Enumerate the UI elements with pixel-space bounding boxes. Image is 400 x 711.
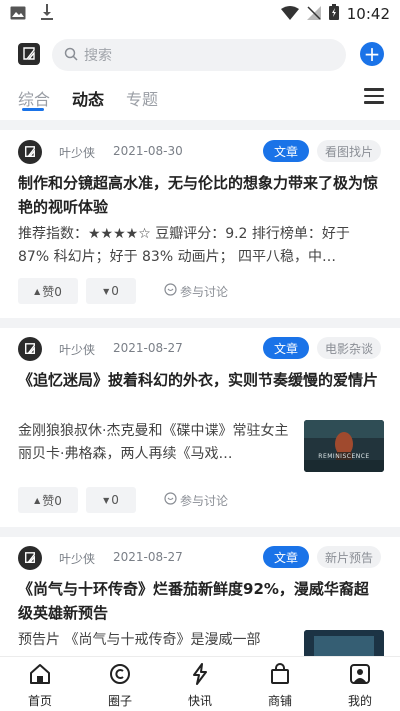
chat-icon <box>164 283 177 299</box>
discuss-label: 参与讨论 <box>180 284 229 299</box>
article-excerpt: 金刚狼狼叔休·杰克曼和《碟中谍》常驻女主丽贝卡·弗格森，两人再续《马戏… <box>18 423 289 462</box>
divider <box>0 527 400 537</box>
author-name[interactable]: 叶少侠 <box>59 341 95 358</box>
search-placeholder: 搜索 <box>84 48 112 64</box>
divider <box>0 120 400 130</box>
tab-comprehensive[interactable]: 综合 <box>18 86 50 110</box>
category-tag[interactable]: 看图找片 <box>317 140 382 162</box>
article-title[interactable]: 《尚气与十环传奇》烂番茄新鲜度92%，漫威华裔超级英雄新预告 <box>18 577 382 625</box>
status-bar: 10:42 <box>0 0 400 28</box>
nav-shop[interactable]: 商铺 <box>240 657 320 711</box>
article-excerpt: 推荐指数：★★★★☆ 豆瓣评分：9.2 排行榜单：好于 87% 科幻片；好于 8… <box>18 226 350 265</box>
like-count: 赞0 <box>42 493 62 508</box>
top-bar: 搜索 + <box>0 38 400 72</box>
dislike-count: 0 <box>111 493 119 507</box>
thumb-up-icon: ▲ <box>34 495 41 505</box>
shopping-bag-icon <box>269 663 291 689</box>
battery-icon <box>328 4 339 24</box>
home-icon <box>29 663 51 689</box>
search-input[interactable]: 搜索 <box>52 39 346 71</box>
avatar[interactable] <box>18 337 42 361</box>
nav-circle[interactable]: 圈子 <box>80 657 160 711</box>
divider <box>0 318 400 328</box>
dislike-button[interactable]: ▼ 0 <box>86 278 136 304</box>
add-button[interactable]: + <box>360 42 384 66</box>
nav-label: 我的 <box>347 694 372 708</box>
tab-topics[interactable]: 专题 <box>126 86 158 110</box>
no-signal-icon <box>306 5 321 24</box>
gallery-icon <box>10 5 26 24</box>
discuss-label: 参与讨论 <box>180 493 229 508</box>
article-title[interactable]: 制作和分镜超高水准，无与伦比的想象力带来了极为惊艳的视听体验 <box>18 171 382 219</box>
active-tab-indicator <box>22 108 44 111</box>
type-tag: 文章 <box>263 337 309 359</box>
like-count: 赞0 <box>42 284 62 299</box>
article-card[interactable]: 叶少侠 2021-08-27 文章 新片预告 《尚气与十环传奇》烂番茄新鲜度92… <box>0 546 400 656</box>
thumbnail-title: REMINISCENCE <box>318 453 369 460</box>
article-thumbnail[interactable]: REMINISCENCE <box>304 420 384 472</box>
like-button[interactable]: ▲ 赞0 <box>18 278 78 304</box>
avatar[interactable] <box>18 140 42 164</box>
like-button[interactable]: ▲ 赞0 <box>18 487 78 513</box>
bottom-navigation: 首页 圈子 快讯 商铺 我的 <box>0 656 400 711</box>
nav-label: 商铺 <box>267 694 292 708</box>
nav-label: 首页 <box>27 694 52 708</box>
avatar[interactable] <box>18 546 42 570</box>
category-tag[interactable]: 新片预告 <box>317 546 382 568</box>
card-actions: ▲ 赞0 ▼ 0 参与讨论 <box>18 278 228 304</box>
nav-label: 快讯 <box>187 694 212 708</box>
search-icon <box>64 46 78 65</box>
article-card[interactable]: 叶少侠 2021-08-30 文章 看图找片 制作和分镜超高水准，无与伦比的想象… <box>0 140 400 318</box>
menu-icon[interactable] <box>364 88 384 106</box>
author-name[interactable]: 叶少侠 <box>59 550 95 567</box>
nav-label: 圈子 <box>107 694 132 708</box>
plus-icon: + <box>363 42 381 66</box>
profile-icon <box>349 663 371 689</box>
tab-bar: 综合 动态 专题 <box>0 82 400 112</box>
app-logo-icon[interactable] <box>18 43 40 65</box>
wifi-icon <box>280 5 299 24</box>
thumb-up-icon: ▲ <box>34 286 41 296</box>
card-actions: ▲ 赞0 ▼ 0 参与讨论 <box>18 487 228 513</box>
discuss-button[interactable]: 参与讨论 <box>164 492 228 509</box>
nav-profile[interactable]: 我的 <box>320 657 400 711</box>
category-tag[interactable]: 电影杂谈 <box>317 337 382 359</box>
type-tag: 文章 <box>263 546 309 568</box>
status-time: 10:42 <box>346 5 390 23</box>
lightning-icon <box>189 663 211 689</box>
dislike-button[interactable]: ▼ 0 <box>86 487 136 513</box>
nav-news[interactable]: 快讯 <box>160 657 240 711</box>
post-date: 2021-08-27 <box>113 550 183 564</box>
chat-icon <box>164 492 177 508</box>
article-title[interactable]: 《追忆迷局》披着科幻的外衣，实则节奏缓慢的爱情片 <box>18 368 382 392</box>
download-icon <box>40 4 54 24</box>
discuss-button[interactable]: 参与讨论 <box>164 283 228 300</box>
author-name[interactable]: 叶少侠 <box>59 144 95 161</box>
post-date: 2021-08-27 <box>113 341 183 355</box>
article-card[interactable]: 叶少侠 2021-08-27 文章 电影杂谈 《追忆迷局》披着科幻的外衣，实则节… <box>0 337 400 527</box>
nav-home[interactable]: 首页 <box>0 657 80 711</box>
dislike-count: 0 <box>111 284 119 298</box>
circle-icon <box>109 663 131 689</box>
thumb-down-icon: ▼ <box>103 495 110 505</box>
thumb-down-icon: ▼ <box>103 286 110 296</box>
tab-dynamic[interactable]: 动态 <box>72 86 104 110</box>
type-tag: 文章 <box>263 140 309 162</box>
article-excerpt: 预告片 《尚气与十戒传奇》是漫威一部 <box>18 632 261 648</box>
article-thumbnail[interactable] <box>304 630 384 656</box>
post-date: 2021-08-30 <box>113 144 183 158</box>
